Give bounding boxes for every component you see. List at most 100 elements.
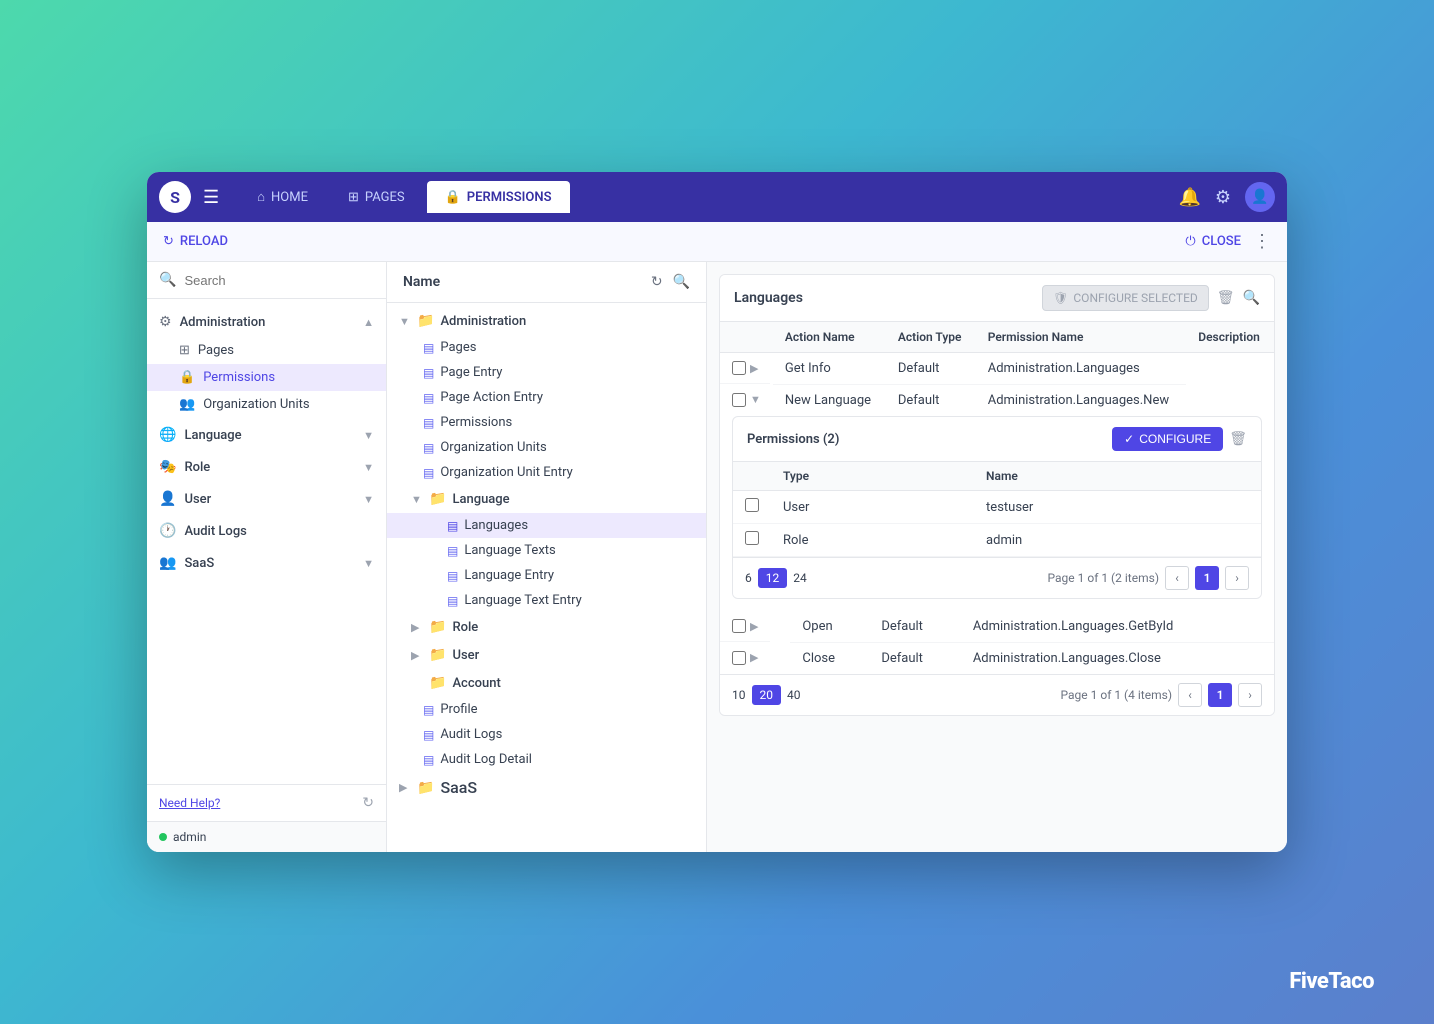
- tree-leaf-audit-log-detail[interactable]: ▤ Audit Log Detail: [387, 747, 706, 772]
- tree-leaf-org-unit-entry[interactable]: ▤ Organization Unit Entry: [387, 460, 706, 485]
- sub-row-checkbox[interactable]: [745, 498, 759, 512]
- tree-leaf-profile[interactable]: ▤ Profile: [387, 697, 706, 722]
- tree-folder-header-language[interactable]: ▼ 📁 Language: [387, 485, 706, 513]
- need-help-link[interactable]: Need Help?: [159, 796, 220, 810]
- main-prev-page-button[interactable]: ‹: [1178, 683, 1202, 707]
- sub-page-1-button[interactable]: 1: [1195, 566, 1219, 590]
- sidebar-group-header-language[interactable]: 🌐 Language ▼: [147, 420, 386, 450]
- sidebar-item-permissions[interactable]: 🔒 Permissions: [147, 364, 386, 391]
- row-arrow[interactable]: ▶: [750, 362, 758, 375]
- search-languages-icon[interactable]: 🔍: [1243, 290, 1260, 306]
- perms-delete-icon[interactable]: 🗑: [1229, 431, 1247, 447]
- permissions-table-header-row: Action Name Action Type Permission Name …: [720, 322, 1274, 353]
- sidebar-group-header-user[interactable]: 👤 User ▼: [147, 484, 386, 514]
- current-user-label: admin: [173, 830, 206, 844]
- tree-leaf-language-text-entry[interactable]: ▤ Language Text Entry: [387, 588, 706, 613]
- row-arrow[interactable]: ▶: [750, 620, 758, 633]
- sidebar-group-user: 👤 User ▼: [147, 484, 386, 514]
- reload-button[interactable]: ↻ RELOAD: [163, 234, 228, 249]
- tree-folder-header-role[interactable]: ▶ 📁 Role: [387, 613, 706, 641]
- page-entry-leaf-label: Page Entry: [440, 365, 502, 380]
- tree-leaf-languages[interactable]: ▤ Languages: [387, 513, 706, 538]
- main-next-page-button[interactable]: ›: [1238, 683, 1262, 707]
- sidebar-group-header-administration[interactable]: ⚙ Administration ▲: [147, 307, 386, 337]
- configure-selected-button: 🛡 CONFIGURE SELECTED: [1042, 285, 1209, 311]
- col-action-type: Action Type: [886, 322, 976, 353]
- tree-folder-header-account[interactable]: 📁 Account: [387, 669, 706, 697]
- account-tree-label: Account: [452, 676, 500, 691]
- row-action-type: Default: [886, 385, 976, 417]
- row-permission-name: Administration.Languages.Close: [961, 643, 1274, 675]
- tree-leaf-language-entry[interactable]: ▤ Language Entry: [387, 563, 706, 588]
- tree-leaf-org-units[interactable]: ▤ Organization Units: [387, 435, 706, 460]
- sub-page-size-12-button[interactable]: 12: [758, 568, 788, 588]
- sub-pagination: 6 12 24 Page 1 of 1 (2 items) ‹ 1 ›: [733, 557, 1261, 598]
- configure-button[interactable]: ✓ CONFIGURE: [1112, 427, 1223, 451]
- row-arrow[interactable]: ▶: [750, 651, 758, 664]
- sub-prev-page-button[interactable]: ‹: [1165, 566, 1189, 590]
- tree-leaf-language-texts[interactable]: ▤ Language Texts: [387, 538, 706, 563]
- row-checkbox[interactable]: [732, 619, 746, 633]
- page-size-20-button[interactable]: 20: [752, 685, 782, 705]
- row-arrow-expanded[interactable]: ▼: [750, 393, 761, 406]
- tree-leaf-permissions[interactable]: ▤ Permissions: [387, 410, 706, 435]
- hamburger-menu[interactable]: ☰: [203, 187, 219, 208]
- language-texts-leaf-label: Language Texts: [464, 543, 555, 558]
- pages-sidebar-label: Pages: [198, 343, 234, 358]
- notification-icon[interactable]: 🔔: [1178, 187, 1200, 208]
- row-checkbox-cell: ▶: [720, 611, 770, 642]
- tab-permissions[interactable]: 🔒 PERMISSIONS: [427, 181, 570, 213]
- language-text-entry-leaf-icon: ▤: [447, 594, 458, 608]
- sidebar-item-pages[interactable]: ⊞ Pages: [147, 337, 386, 364]
- pages-icon: ⊞: [348, 190, 359, 205]
- main-page-1-button[interactable]: 1: [1208, 683, 1232, 707]
- tab-pages[interactable]: ⊞ PAGES: [330, 181, 423, 213]
- tree-leaf-pages[interactable]: ▤ Pages: [387, 335, 706, 360]
- tree-folder-header-administration[interactable]: ▼ 📁 Administration: [387, 307, 706, 335]
- user-folder-icon: 📁: [429, 647, 446, 663]
- tree-leaf-audit-logs[interactable]: ▤ Audit Logs: [387, 722, 706, 747]
- tab-home[interactable]: ⌂ HOME: [239, 181, 326, 213]
- settings-icon[interactable]: ⚙: [1215, 187, 1231, 208]
- row-action-type: Default: [869, 643, 960, 675]
- user-arrow: ▼: [363, 493, 374, 506]
- tree-folder-header-saas[interactable]: ▶ 📁 SaaS: [387, 772, 706, 803]
- language-tree-label: Language: [452, 492, 509, 507]
- logo-area: S ☰: [159, 181, 219, 213]
- role-arrow: ▼: [363, 461, 374, 474]
- sidebar: 🔍 ⚙ Administration ▲ ⊞ Pages 🔒: [147, 262, 387, 852]
- tree-refresh-icon[interactable]: ↻: [651, 274, 663, 290]
- tree-leaf-page-entry[interactable]: ▤ Page Entry: [387, 360, 706, 385]
- col-description: Description: [1186, 322, 1274, 353]
- search-input[interactable]: [184, 273, 374, 288]
- row-checkbox[interactable]: [732, 361, 746, 375]
- delete-languages-icon[interactable]: 🗑: [1217, 290, 1235, 306]
- sidebar-refresh-icon[interactable]: ↻: [362, 795, 374, 811]
- table-row: ▼ New Language Default Administration.La…: [720, 385, 1274, 417]
- sub-next-page-button[interactable]: ›: [1225, 566, 1249, 590]
- sub-row-checkbox[interactable]: [745, 531, 759, 545]
- app-logo[interactable]: S: [159, 181, 191, 213]
- user-avatar[interactable]: 👤: [1245, 182, 1275, 212]
- close-button[interactable]: ⏻ CLOSE: [1185, 234, 1241, 249]
- sidebar-group-header-audit-logs[interactable]: 🕐 Audit Logs: [147, 516, 386, 546]
- row-checkbox[interactable]: [732, 393, 746, 407]
- sub-table-header-row: Type Name: [733, 462, 1261, 491]
- more-options-icon[interactable]: ⋮: [1253, 231, 1271, 252]
- language-group-icon: 🌐: [159, 427, 176, 443]
- language-arrow: ▼: [363, 429, 374, 442]
- sidebar-item-org-units[interactable]: 👥 Organization Units: [147, 391, 386, 418]
- administration-folder-icon: 📁: [417, 313, 434, 329]
- tree-folder-header-user[interactable]: ▶ 📁 User: [387, 641, 706, 669]
- tree-search-icon[interactable]: 🔍: [673, 274, 690, 290]
- role-folder-icon: 📁: [429, 619, 446, 635]
- sidebar-group-header-saas[interactable]: 👥 SaaS ▼: [147, 548, 386, 578]
- configure-check-icon: ✓: [1124, 432, 1134, 446]
- row-checkbox[interactable]: [732, 651, 746, 665]
- nav-tabs: ⌂ HOME ⊞ PAGES 🔒 PERMISSIONS: [239, 181, 1178, 213]
- administration-label: Administration: [180, 315, 356, 330]
- sidebar-footer: Need Help? ↻: [147, 784, 386, 821]
- tree-leaf-page-action-entry[interactable]: ▤ Page Action Entry: [387, 385, 706, 410]
- sidebar-group-header-role[interactable]: 🎭 Role ▼: [147, 452, 386, 482]
- sub-row-name: admin: [974, 524, 1261, 557]
